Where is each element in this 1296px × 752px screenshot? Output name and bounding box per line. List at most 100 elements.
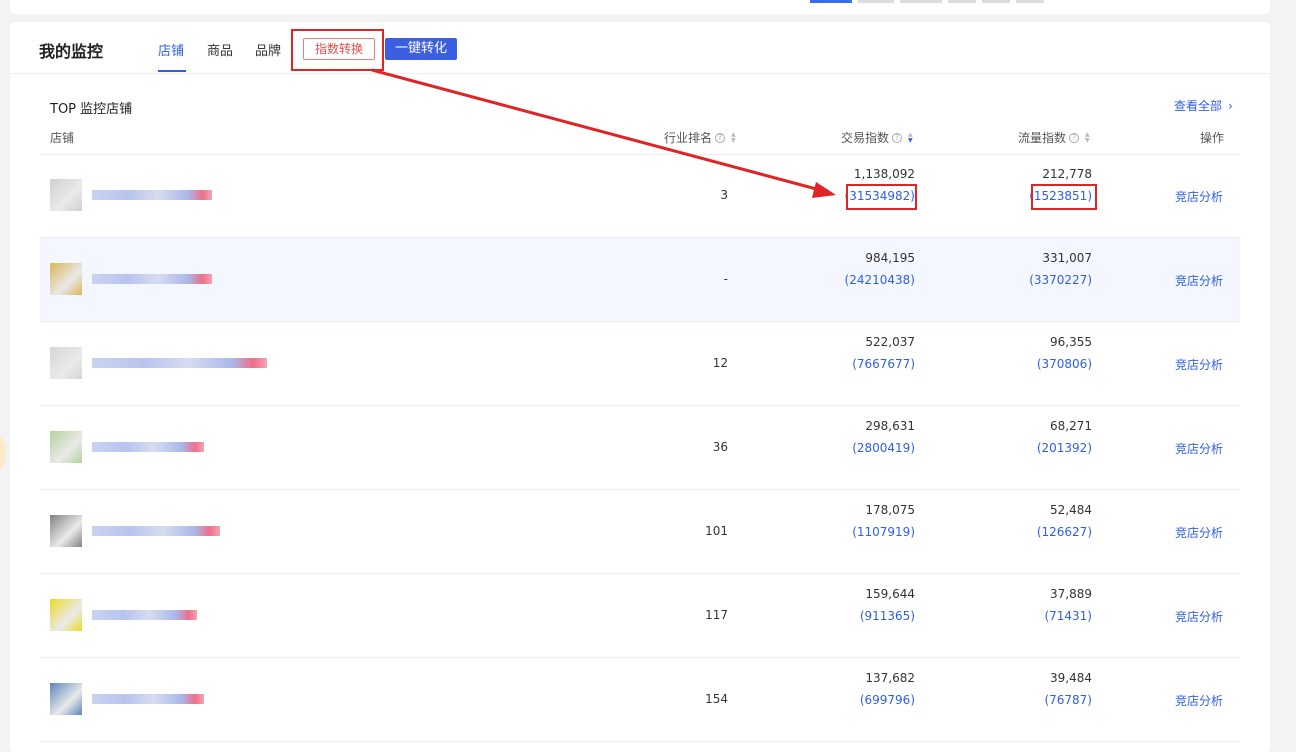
page-button[interactable] <box>948 0 976 3</box>
view-all-link[interactable]: 查看全部 › <box>1174 97 1233 114</box>
column-header-label: 店铺 <box>50 131 75 145</box>
trade-converted: (24210438) <box>844 273 915 287</box>
section-title: TOP 监控店铺 <box>50 102 133 117</box>
shop-avatar[interactable] <box>50 515 82 547</box>
active-tab-indicator <box>158 70 186 72</box>
rank-value: 3 <box>720 188 728 202</box>
page-button[interactable] <box>810 0 852 3</box>
trade-index: 298,631 <box>865 419 915 433</box>
sort-icon[interactable]: ▲ ▼ <box>908 131 913 144</box>
flow-converted: (71431) <box>1044 609 1092 623</box>
rank-value: 117 <box>705 608 728 622</box>
shop-name-blurred[interactable] <box>92 526 220 536</box>
tab-brand[interactable]: 品牌 <box>255 40 281 59</box>
trade-index: 159,644 <box>865 587 915 601</box>
table-row[interactable]: 117 159,644 (911365) 37,889 (71431) 竞店分析 <box>40 574 1240 658</box>
flow-converted: (126627) <box>1036 525 1092 539</box>
rank-value: 101 <box>705 524 728 538</box>
table-row[interactable]: 36 298,631 (2800419) 68,271 (201392) 竞店分析 <box>40 406 1240 490</box>
flow-converted: (370806) <box>1036 357 1092 371</box>
view-all-label: 查看全部 <box>1174 99 1223 113</box>
trade-index: 984,195 <box>865 251 915 265</box>
column-header-rank[interactable]: 行业排名? ▲ ▼ <box>664 129 736 146</box>
table-row[interactable]: 101 178,075 (1107919) 52,484 (126627) 竞店分析 <box>40 490 1240 574</box>
previous-card <box>10 0 1270 14</box>
flow-converted: (201392) <box>1036 441 1092 455</box>
chevron-right-icon: › <box>1228 99 1233 113</box>
flow-index: 39,484 <box>1050 671 1092 685</box>
page-button[interactable] <box>982 0 1010 3</box>
table-row[interactable]: - 984,195 (24210438) 331,007 (3370227) 竞店分析 <box>40 238 1240 322</box>
page-button[interactable] <box>900 0 942 3</box>
flow-index: 212,778 <box>1042 167 1092 181</box>
shop-avatar[interactable] <box>50 683 82 715</box>
rank-value: 12 <box>712 356 728 370</box>
shop-name-blurred[interactable] <box>92 358 267 368</box>
column-header-label: 交易指数 <box>841 131 890 145</box>
monitor-card: 我的监控 店铺 商品 品牌 指数转换 一键转化 TOP 监控店铺 查看全部 › 店… <box>10 22 1270 752</box>
help-icon[interactable]: ? <box>1069 132 1080 143</box>
table-row[interactable]: 154 137,682 (699796) 39,484 (76787) 竞店分析 <box>40 658 1240 742</box>
column-header-label: 流量指数 <box>1018 131 1067 145</box>
decorative-blob <box>0 436 6 470</box>
sort-icon[interactable]: ▲ ▼ <box>731 131 736 144</box>
tab-shop[interactable]: 店铺 <box>158 40 184 59</box>
shop-avatar[interactable] <box>50 431 82 463</box>
competitor-analysis-link[interactable]: 竞店分析 <box>1175 692 1223 709</box>
rank-value: 154 <box>705 692 728 706</box>
shop-avatar[interactable] <box>50 347 82 379</box>
column-header-shop: 店铺 <box>50 129 74 146</box>
flow-converted: (76787) <box>1044 693 1092 707</box>
trade-index: 522,037 <box>865 335 915 349</box>
trade-converted: (2800419) <box>852 441 915 455</box>
trade-converted: (699796) <box>859 693 915 707</box>
shop-name-blurred[interactable] <box>92 274 212 284</box>
column-header-label: 操作 <box>1200 131 1225 145</box>
rank-value: 36 <box>712 440 728 454</box>
competitor-analysis-link[interactable]: 竞店分析 <box>1175 608 1223 625</box>
help-icon[interactable]: ? <box>892 132 903 143</box>
card-header: 我的监控 店铺 商品 品牌 指数转换 一键转化 <box>10 22 1270 74</box>
one-click-convert-button[interactable]: 一键转化 <box>385 38 457 60</box>
flow-index: 68,271 <box>1050 419 1092 433</box>
trade-converted: (1107919) <box>852 525 915 539</box>
shop-avatar[interactable] <box>50 599 82 631</box>
page-button[interactable] <box>1016 0 1044 3</box>
shop-name-blurred[interactable] <box>92 190 212 200</box>
flow-index: 52,484 <box>1050 503 1092 517</box>
shop-avatar[interactable] <box>50 179 82 211</box>
pagination <box>810 0 1044 3</box>
competitor-analysis-link[interactable]: 竞店分析 <box>1175 188 1223 205</box>
flow-index: 331,007 <box>1042 251 1092 265</box>
trade-index: 178,075 <box>865 503 915 517</box>
tab-product[interactable]: 商品 <box>207 40 233 59</box>
column-header-trade[interactable]: 交易指数? ▲ ▼ <box>841 129 913 146</box>
rank-value: - <box>723 272 728 286</box>
competitor-analysis-link[interactable]: 竞店分析 <box>1175 272 1223 289</box>
trade-index: 137,682 <box>865 671 915 685</box>
competitor-analysis-link[interactable]: 竞店分析 <box>1175 440 1223 457</box>
flow-index: 96,355 <box>1050 335 1092 349</box>
shop-name-blurred[interactable] <box>92 442 204 452</box>
sort-icon[interactable]: ▲ ▼ <box>1085 131 1090 144</box>
annotation-highlight-convert <box>291 29 384 71</box>
page-button[interactable] <box>858 0 894 3</box>
card-title: 我的监控 <box>39 42 104 61</box>
column-header-label: 行业排名 <box>664 131 713 145</box>
shop-name-blurred[interactable] <box>92 610 197 620</box>
competitor-analysis-link[interactable]: 竞店分析 <box>1175 356 1223 373</box>
flow-converted: (3370227) <box>1029 273 1092 287</box>
help-icon[interactable]: ? <box>715 132 726 143</box>
column-header-flow[interactable]: 流量指数? ▲ ▼ <box>1018 129 1090 146</box>
trade-converted: (911365) <box>859 609 915 623</box>
flow-index: 37,889 <box>1050 587 1092 601</box>
table-row[interactable]: 12 522,037 (7667677) 96,355 (370806) 竞店分析 <box>40 322 1240 406</box>
competitor-analysis-link[interactable]: 竞店分析 <box>1175 524 1223 541</box>
trade-index: 1,138,092 <box>853 167 915 181</box>
shop-avatar[interactable] <box>50 263 82 295</box>
column-header-op: 操作 <box>1200 129 1224 146</box>
annotation-highlight-flow <box>1031 184 1097 210</box>
annotation-highlight-trade <box>846 184 917 210</box>
shop-name-blurred[interactable] <box>92 694 204 704</box>
trade-converted: (7667677) <box>852 357 915 371</box>
